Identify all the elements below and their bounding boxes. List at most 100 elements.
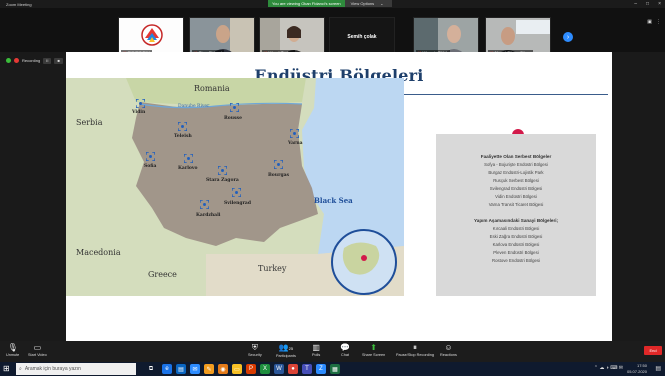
industrial-zone-marker-icon (136, 99, 145, 108)
maximize-button[interactable]: □ (646, 1, 649, 7)
pause-recording-toolbar-button[interactable]: ⏸ Pause/Stop Recording (396, 343, 434, 357)
list-item: Burgaz Endüstri-Lojistik Park (488, 170, 544, 175)
list-item: Svilengrad Endüstri Bölgesi (489, 186, 543, 191)
screen-share-banner: You are viewing Okan Fidanci's screen Vi… (268, 0, 392, 7)
list-item: Pleven Endüstri Bölgesi (493, 250, 539, 255)
system-tray-icons[interactable]: ⌃ ☁ ◑ ⌨ ✉ (594, 365, 623, 371)
city-vidin: Vidin (132, 110, 146, 115)
label-macedonia: Macedonia (76, 248, 121, 257)
shield-icon: ⛨ (251, 343, 258, 352)
participant-tile[interactable]: ✕Ahmet Güven Güner (485, 17, 551, 57)
recording-label: Recording (22, 58, 41, 63)
polls-button[interactable]: ▥ Polls (312, 343, 320, 357)
spreadsheet-icon[interactable]: ▦ (330, 364, 340, 374)
notifications-icon[interactable]: ▤ (655, 365, 661, 372)
participant-tile[interactable]: ✕CÜNEC TAU (118, 17, 184, 57)
word-icon[interactable]: W (274, 364, 284, 374)
list-item: Rusçuk Serbest Bölgesi (493, 178, 539, 183)
list-item: Eski Zağra Endüstri Bölgesi (489, 234, 543, 239)
chat-icon: 💬 (340, 343, 350, 352)
firefox-icon[interactable]: ◉ (218, 364, 228, 374)
list-item: Karlova Endüstri Bölgesi (492, 242, 540, 247)
chrome-icon[interactable]: ● (288, 364, 298, 374)
next-page-arrow-icon[interactable]: › (563, 32, 573, 42)
minimize-button[interactable]: – (634, 1, 637, 7)
city-rousse: Rousse (224, 116, 242, 121)
industrial-zone-marker-icon (290, 129, 299, 138)
participant-tile[interactable]: ✕Hüsnü Taştan (259, 17, 325, 57)
unmute-button[interactable]: 🎙 Unmute (6, 343, 19, 357)
video-strip: ✕CÜNEC TAU ✕Okan Fidanci ✕Hüsnü Taştan S… (0, 8, 665, 57)
label-black-sea: Black Sea (314, 196, 353, 205)
industrial-zone-marker-icon (218, 166, 227, 175)
pause-stop-icon: ⏸ (413, 343, 417, 352)
participant-tile[interactable]: ✕Hüseyin Tüfek (413, 17, 479, 57)
city-bourgas: Bourgas (268, 173, 290, 178)
start-video-button[interactable]: ▭ Start Video (28, 343, 47, 357)
app-title: Zoom Meeting (6, 1, 32, 7)
video-camera-icon: ▭ (33, 343, 42, 352)
industrial-zone-marker-icon (146, 152, 155, 161)
record-icon (14, 58, 19, 63)
polls-icon: ▥ (312, 343, 320, 352)
taskbar-search-input[interactable]: ⌕ Aramak için buraya yazın (16, 363, 136, 375)
clock[interactable]: 17:50 05.07.2020 (627, 363, 647, 374)
end-meeting-button[interactable]: End (644, 346, 662, 355)
city-karlovo: Karlovo (178, 166, 198, 171)
viewing-screen-label: You are viewing Okan Fidanci's screen (268, 0, 345, 7)
smiley-icon: ☺ (444, 343, 453, 352)
label-greece: Greece (148, 270, 177, 279)
gallery-controls: ▣ ⋮ (647, 19, 661, 25)
windows-start-icon[interactable]: ⊞ (3, 364, 13, 374)
pause-recording-button[interactable]: II (43, 57, 52, 64)
bulgaria-map: Romania Serbia Macedonia Greece Turkey B… (66, 78, 404, 296)
chevron-down-icon[interactable]: ⌄ (380, 1, 383, 6)
search-icon: ⌕ (19, 366, 22, 372)
industrial-zone-marker-icon (274, 160, 283, 169)
label-turkey: Turkey (258, 264, 287, 273)
city-stara-zagora: Stara Zagora (206, 178, 239, 183)
edge-browser-icon[interactable]: e (162, 364, 172, 374)
share-screen-button[interactable]: ⬆ Share Screen (362, 343, 385, 357)
zoom-app-icon[interactable]: Z (316, 364, 326, 374)
mail-icon[interactable]: ✉ (190, 364, 200, 374)
participant-name-only: Semih çolak (347, 34, 377, 40)
zoom-meeting-window: Zoom Meeting You are viewing Okan Fidanc… (0, 0, 665, 376)
participants-count: 25 (288, 346, 294, 351)
meeting-toolbar: 🎙 Unmute ▭ Start Video ⛨ Security 👥25 Pa… (0, 341, 665, 362)
active-zones-heading: Faaliyette Olan Serbest Bölgeler (480, 154, 552, 159)
powerpoint-icon[interactable]: P (246, 364, 256, 374)
teams-icon[interactable]: T (302, 364, 312, 374)
list-item: Sofya - Bojurişte Endüstri Bölgesi (484, 162, 548, 167)
stop-recording-button[interactable]: ■ (54, 57, 63, 64)
city-teleish: Teleish (174, 134, 192, 139)
planned-zones-heading: Yapım Aşamasındaki Sanayi Bölgeleri; (473, 218, 559, 223)
recording-indicator: Recording II ■ (6, 57, 63, 64)
participants-button[interactable]: 👥25 Participants (276, 343, 296, 358)
industrial-zone-marker-icon (230, 103, 239, 112)
view-options-button[interactable]: View Options (345, 1, 381, 6)
gallery-view-icon[interactable]: ▣ (647, 19, 652, 25)
participant-tile[interactable]: ✕Okan Fidanci (189, 17, 255, 57)
industrial-zone-marker-icon (178, 122, 187, 131)
label-danube: Danube River (178, 104, 210, 109)
list-item: Varna Transit Ticaret Bölgesi (488, 202, 544, 207)
task-view-icon[interactable]: ⧉ (146, 364, 156, 374)
city-svilengrad: Svilengrad (224, 201, 251, 206)
list-item: Kırcaali Endüstri Bölgesi (492, 226, 540, 231)
participant-tile[interactable]: Semih çolak (329, 17, 395, 57)
label-serbia: Serbia (76, 118, 103, 127)
reactions-button[interactable]: ☺ Reactions (440, 343, 457, 357)
security-button[interactable]: ⛨ Security (248, 343, 262, 357)
excel-icon[interactable]: X (260, 364, 270, 374)
chat-button[interactable]: 💬 Chat (340, 343, 350, 357)
close-button[interactable]: × (658, 1, 661, 7)
industrial-zone-marker-icon (232, 188, 241, 197)
paint-icon[interactable]: ✎ (204, 364, 214, 374)
store-icon[interactable]: ▤ (176, 364, 186, 374)
industrial-zone-marker-icon (184, 154, 193, 163)
window-controls: – □ × (634, 0, 661, 8)
file-explorer-icon[interactable]: ▭ (232, 364, 242, 374)
more-icon[interactable]: ⋮ (656, 19, 661, 25)
city-kardzhali: Kardzhali (196, 213, 221, 218)
